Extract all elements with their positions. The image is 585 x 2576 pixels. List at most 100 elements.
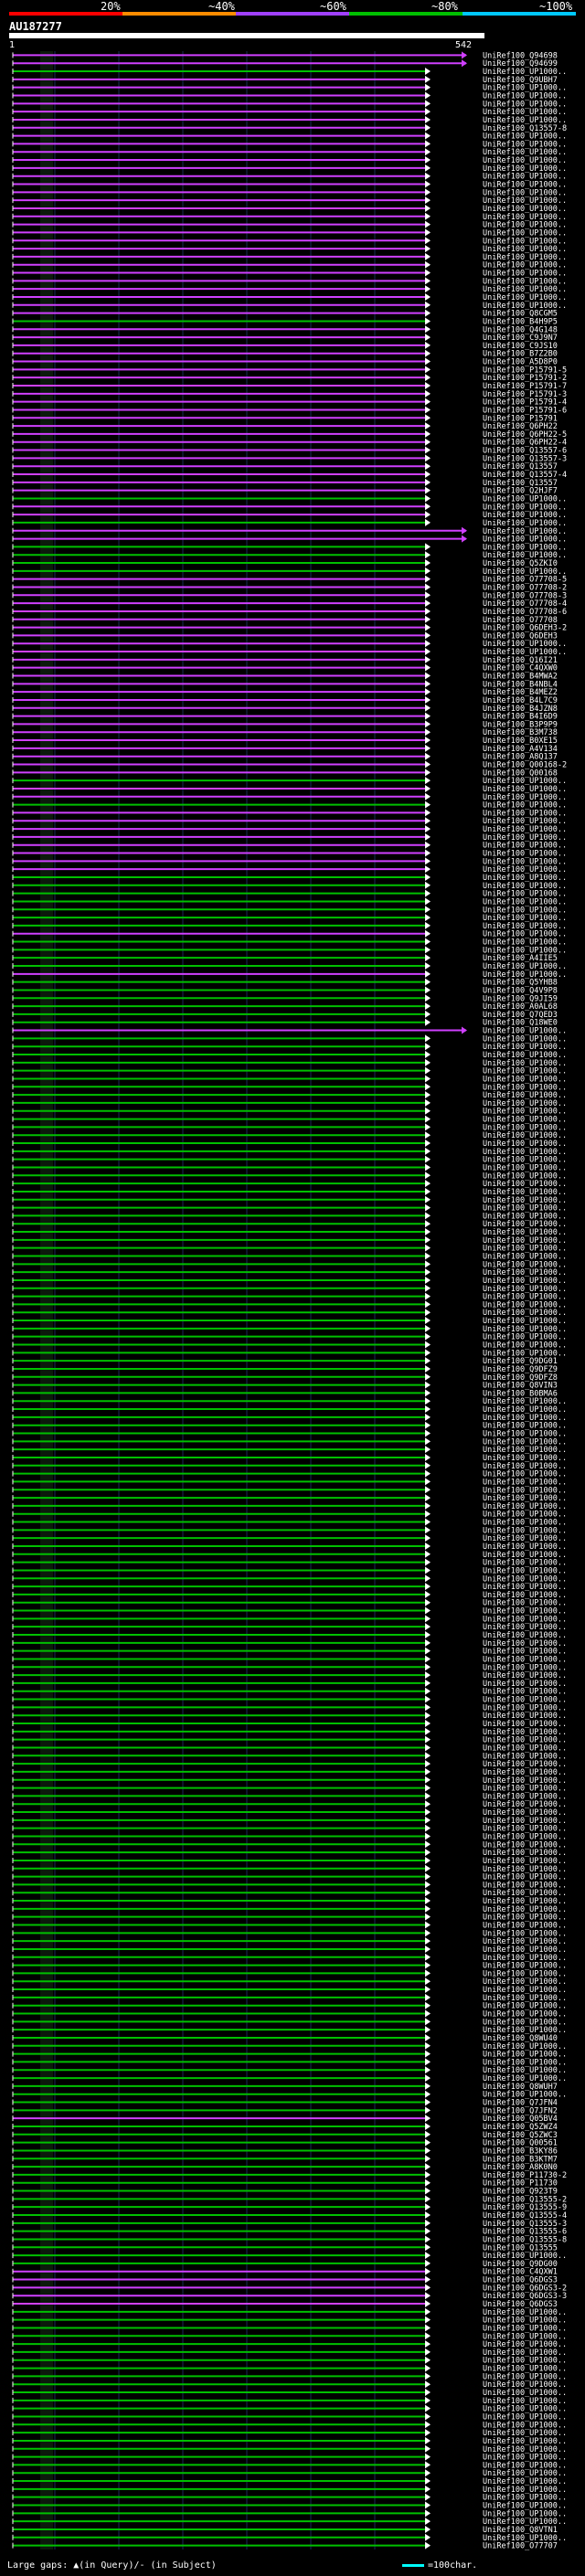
hit-end-arrow	[425, 1566, 431, 1574]
hit-end-arrow	[425, 454, 431, 462]
hit-end-arrow	[425, 1510, 431, 1518]
hit-end-arrow	[425, 769, 431, 777]
hit-end-arrow	[425, 970, 431, 978]
hit-end-arrow	[425, 1574, 431, 1583]
hit-end-arrow	[425, 591, 431, 599]
hit-end-arrow	[425, 1107, 431, 1115]
hit-end-arrow	[425, 1083, 431, 1091]
hit-end-arrow	[425, 1486, 431, 1494]
hit-end-arrow	[425, 1220, 431, 1228]
hit-end-arrow	[425, 2364, 431, 2372]
hit-end-arrow	[425, 873, 431, 881]
hit-end-arrow	[425, 2243, 431, 2252]
hit-end-arrow	[425, 623, 431, 631]
hit-end-arrow	[425, 2267, 431, 2275]
hit-end-arrow	[425, 277, 431, 285]
hit-end-arrow	[425, 164, 431, 172]
hit-end-arrow	[425, 2058, 431, 2066]
hit-end-arrow	[425, 140, 431, 148]
hit-end-arrow	[425, 2372, 431, 2380]
hit-end-arrow	[425, 1776, 431, 1784]
hit-end-arrow	[425, 1453, 431, 1461]
hit-end-arrow	[425, 1590, 431, 1598]
hit-end-arrow	[425, 252, 431, 260]
hit-end-arrow	[425, 1881, 431, 1889]
hit-end-arrow	[425, 672, 431, 680]
hit-end-arrow	[425, 1606, 431, 1615]
hit-end-arrow	[425, 123, 431, 132]
hit-end-arrow	[425, 728, 431, 737]
hit-end-arrow	[425, 83, 431, 91]
hit-end-arrow	[425, 849, 431, 857]
hit-end-arrow	[425, 1051, 431, 1059]
hit-end-arrow	[425, 897, 431, 906]
hit-end-arrow	[425, 2050, 431, 2058]
hit-end-arrow	[425, 1832, 431, 1840]
hit-end-arrow	[425, 906, 431, 914]
hit-end-arrow	[425, 406, 431, 414]
hit-end-arrow	[425, 269, 431, 277]
hit-end-arrow	[425, 1647, 431, 1655]
hit-end-arrow	[425, 1808, 431, 1817]
hit-end-arrow	[425, 2195, 431, 2203]
hit-end-arrow	[425, 2259, 431, 2267]
hit-end-arrow	[425, 946, 431, 954]
hit-end-arrow	[425, 220, 431, 228]
hit-end-arrow	[425, 2461, 431, 2469]
hit-end-arrow	[425, 148, 431, 156]
hit-end-arrow	[425, 704, 431, 712]
hit-end-arrow	[425, 2436, 431, 2444]
hit-end-arrow	[425, 334, 431, 342]
hit-end-arrow	[425, 1429, 431, 1437]
hit-end-arrow	[425, 1526, 431, 1534]
hit-end-arrow	[425, 2041, 431, 2050]
hit-end-arrow	[425, 2082, 431, 2090]
hit-end-arrow	[425, 1180, 431, 1188]
hit-end-arrow	[425, 2275, 431, 2284]
hit-end-arrow	[425, 1075, 431, 1083]
hit-end-arrow	[425, 2469, 431, 2477]
hit-end-arrow	[425, 1784, 431, 1792]
hit-end-arrow	[425, 2147, 431, 2155]
hit-end-arrow	[425, 1446, 431, 1454]
hit-end-arrow	[425, 914, 431, 922]
hit-end-arrow	[462, 59, 467, 68]
hit-end-arrow	[425, 1501, 431, 1510]
hit-end-arrow	[425, 1695, 431, 1703]
hit-end-arrow	[425, 68, 431, 76]
hit-label[interactable]: UniRef100_O77707	[483, 2542, 558, 2551]
hit-end-arrow	[425, 1252, 431, 1260]
hit-end-arrow	[425, 994, 431, 1002]
hit-end-arrow	[425, 285, 431, 293]
hit-end-arrow	[425, 1518, 431, 1526]
hit-end-arrow	[425, 414, 431, 422]
hit-end-arrow	[425, 2115, 431, 2123]
hit-end-arrow	[425, 648, 431, 656]
hit-end-arrow	[425, 2525, 431, 2533]
hit-end-arrow	[425, 2106, 431, 2115]
hit-end-arrow	[425, 1534, 431, 1542]
hit-end-arrow	[425, 341, 431, 349]
hit-end-arrow	[425, 1598, 431, 1606]
hit-end-arrow	[425, 1268, 431, 1277]
hit-end-arrow	[425, 567, 431, 575]
hit-end-arrow	[425, 1364, 431, 1373]
hit-end-arrow	[425, 1703, 431, 1712]
hit-end-arrow	[425, 2163, 431, 2171]
hit-end-arrow	[425, 1840, 431, 1849]
hit-end-arrow	[425, 1856, 431, 1864]
hit-end-arrow	[425, 737, 431, 745]
hit-end-arrow	[425, 921, 431, 929]
hit-end-arrow	[425, 1550, 431, 1558]
hit-end-arrow	[425, 1091, 431, 1099]
hit-end-arrow	[425, 1615, 431, 1623]
hit-end-arrow	[425, 237, 431, 245]
hit-end-arrow	[425, 825, 431, 833]
hit-end-arrow	[425, 1389, 431, 1397]
hit-end-arrow	[425, 374, 431, 382]
hit-end-arrow	[425, 1494, 431, 1502]
hit-end-arrow	[425, 663, 431, 672]
hit-end-arrow	[425, 954, 431, 962]
hit-end-arrow	[425, 2210, 431, 2219]
hit-end-arrow	[425, 1671, 431, 1680]
